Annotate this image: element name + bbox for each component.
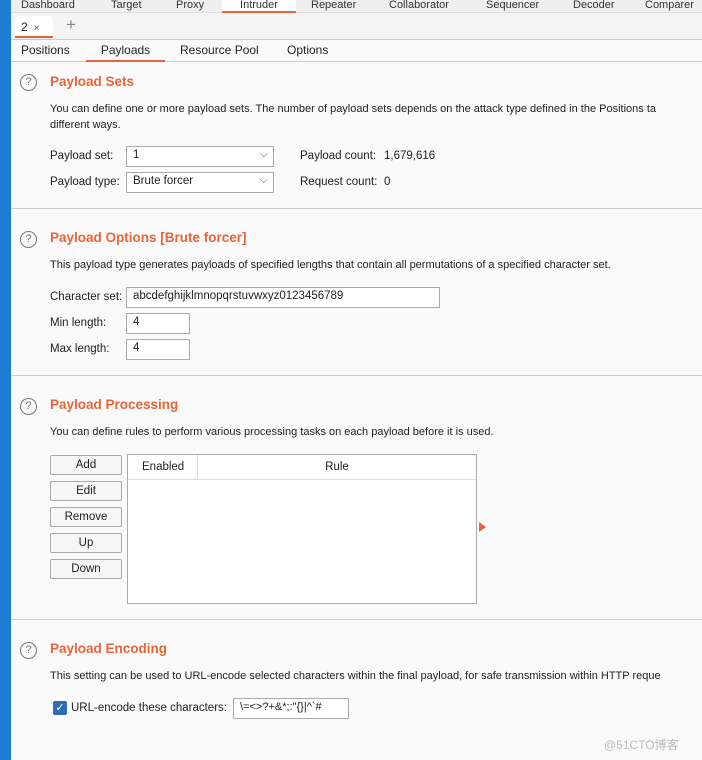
charset-input[interactable]: abcdefghijklmnopqrstuvwxyz0123456789 (126, 287, 440, 308)
burp-intruder: Dashboard Target Proxy Intruder Repeater… (11, 0, 702, 760)
request-count-label: Request count: (300, 176, 378, 188)
payload-options-title: Payload Options [Brute forcer] (50, 230, 247, 245)
tab-comparer[interactable]: Comparer (645, 0, 694, 11)
edit-button[interactable]: Edit (50, 481, 122, 501)
attack-tab-label: 2 (21, 20, 28, 34)
close-icon[interactable]: × (34, 23, 40, 34)
tab-resource-pool[interactable]: Resource Pool (180, 43, 259, 57)
url-encode-label: URL-encode these characters: (71, 702, 227, 714)
watermark: @51CTO博客 (604, 738, 679, 752)
tab-intruder[interactable]: Intruder (222, 0, 296, 13)
payload-count-value: 1,679,616 (384, 150, 436, 162)
url-encode-chars-input[interactable]: \=<>?+&*;:"{}|^`# (233, 698, 349, 719)
payload-sets-title: Payload Sets (50, 74, 135, 89)
payload-type-label: Payload type: (50, 176, 120, 188)
tab-positions[interactable]: Positions (21, 43, 70, 57)
divider (11, 619, 702, 620)
expand-arrow-icon[interactable] (479, 522, 486, 532)
divider (11, 208, 702, 209)
tab-collaborator[interactable]: Collaborator (389, 0, 449, 11)
payload-count-label: Payload count: (300, 150, 377, 162)
help-icon[interactable]: ? (20, 642, 37, 659)
payload-set-label: Payload set: (50, 150, 114, 162)
payload-encoding-title: Payload Encoding (50, 641, 168, 656)
payload-options-description: This payload type generates payloads of … (50, 259, 611, 271)
tab-target[interactable]: Target (111, 0, 142, 11)
payload-tabs: Positions Payloads Resource Pool Options (11, 40, 702, 62)
chevron-down-icon: ⌵ (259, 174, 268, 186)
tab-sequencer[interactable]: Sequencer (486, 0, 539, 11)
help-icon[interactable]: ? (20, 74, 37, 91)
up-button[interactable]: Up (50, 533, 122, 553)
payload-sets-description-2: different ways. (50, 119, 121, 131)
down-button[interactable]: Down (50, 559, 122, 579)
add-tab-icon[interactable]: + (66, 15, 76, 35)
attack-tab-2[interactable]: 2 × (15, 16, 53, 38)
max-length-label: Max length: (50, 343, 110, 355)
column-enabled[interactable]: Enabled (128, 455, 198, 479)
top-tabs: Dashboard Target Proxy Intruder Repeater… (11, 0, 702, 13)
payload-type-select[interactable]: Brute forcer ⌵ (126, 172, 274, 193)
tab-options[interactable]: Options (287, 43, 328, 57)
tab-proxy[interactable]: Proxy (176, 0, 204, 11)
payload-processing-description: You can define rules to perform various … (50, 426, 494, 438)
max-length-input[interactable]: 4 (126, 339, 190, 360)
payload-type-value: Brute forcer (133, 175, 194, 187)
chevron-down-icon: ⌵ (259, 148, 268, 160)
add-button[interactable]: Add (50, 455, 122, 475)
payload-set-value: 1 (133, 149, 140, 161)
tab-decoder[interactable]: Decoder (573, 0, 615, 11)
divider (11, 375, 702, 376)
desktop-edge (0, 0, 11, 760)
tab-repeater[interactable]: Repeater (311, 0, 356, 11)
url-encode-checkbox[interactable]: ✓ (53, 701, 67, 715)
rules-table[interactable]: Enabled Rule (127, 454, 477, 604)
payload-processing-title: Payload Processing (50, 397, 179, 412)
remove-button[interactable]: Remove (50, 507, 122, 527)
charset-label: Character set: (50, 291, 123, 303)
min-length-label: Min length: (50, 317, 107, 329)
request-count-value: 0 (384, 176, 391, 188)
column-rule[interactable]: Rule (198, 455, 476, 479)
min-length-input[interactable]: 4 (126, 313, 190, 334)
payload-sets-description: You can define one or more payload sets.… (50, 103, 657, 115)
tab-dashboard[interactable]: Dashboard (21, 0, 75, 11)
tab-payloads[interactable]: Payloads (86, 43, 165, 62)
payload-set-select[interactable]: 1 ⌵ (126, 146, 274, 167)
table-header: Enabled Rule (128, 455, 476, 480)
help-icon[interactable]: ? (20, 398, 37, 415)
attack-tabs: 2 × + (11, 13, 702, 40)
payload-encoding-description: This setting can be used to URL-encode s… (50, 670, 661, 682)
help-icon[interactable]: ? (20, 231, 37, 248)
